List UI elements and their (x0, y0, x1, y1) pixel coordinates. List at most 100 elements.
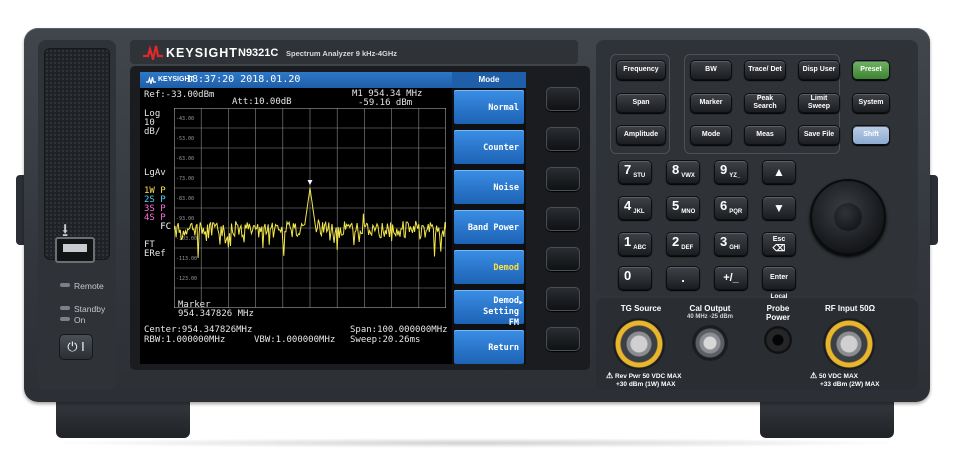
tg-warning: ⚠ Rev Pwr 50 VDC MAX +30 dBm (1W) MAX (606, 371, 682, 389)
down-arrow-key[interactable]: ▼ (762, 196, 796, 220)
shift-key[interactable]: Shift (852, 125, 890, 145)
marker-value: 954.347826 MHz (178, 309, 254, 319)
usb-port[interactable] (55, 237, 95, 263)
cal-output-spec: 40 MHz -25 dBm (686, 314, 733, 320)
model-number: N9321C (238, 47, 279, 59)
sweep-time: Sweep:20.26ms (350, 335, 421, 345)
y-tick-label: -73.00 (176, 176, 194, 182)
side-button-7[interactable] (546, 327, 580, 351)
key-decimal[interactable]: . (666, 266, 700, 290)
down-arrow-icon: ▼ (773, 201, 785, 215)
warning-icon: ⚠ (606, 371, 614, 380)
softkey-demod-setting[interactable]: Demod Setting ▶ FM (454, 290, 524, 328)
rf-input-label: RF Input 50Ω (825, 304, 875, 313)
on-led (60, 317, 70, 321)
key-7[interactable]: 7 STU (618, 160, 652, 184)
y-tick-label: -43.00 (176, 116, 194, 122)
softkey-counter[interactable]: Counter (454, 130, 524, 164)
frequency-key[interactable]: Frequency (616, 60, 666, 80)
softkey-demod[interactable]: Demod (454, 250, 524, 284)
screen-logo-icon (146, 76, 156, 84)
tg-source-connector[interactable] (613, 318, 665, 370)
side-button-2[interactable] (546, 127, 580, 151)
remote-led (60, 283, 70, 287)
y-tick-label: -93.00 (176, 216, 194, 222)
backspace-icon: ⌫ (772, 243, 786, 253)
speaker-grille (44, 48, 110, 260)
standby-led (60, 306, 70, 310)
key-9[interactable]: 9 YZ_ (714, 160, 748, 184)
marker-level-readout: -59.16 dBm (358, 98, 413, 108)
key-plus-minus[interactable]: +/_ (714, 266, 748, 290)
left-foot (56, 400, 190, 438)
rf-warning: ⚠ 50 VDC MAX +33 dBm (2W) MAX (810, 371, 880, 389)
probe-power-connector[interactable] (764, 326, 792, 354)
preset-key[interactable]: Preset (852, 60, 890, 80)
span-key[interactable]: Span (616, 93, 666, 113)
softkey-return[interactable]: Return (454, 330, 524, 364)
y-tick-label: -53.00 (176, 136, 194, 142)
standby-label: Standby (74, 304, 106, 314)
softkey-band-power[interactable]: Band Power (454, 210, 524, 244)
side-button-6[interactable] (546, 287, 580, 311)
vbw: VBW:1.000000MHz (254, 335, 336, 345)
key-8[interactable]: 8 VWX (666, 160, 700, 184)
enter-key[interactable]: Enter (762, 266, 796, 290)
save-file-key[interactable]: Save File (798, 125, 840, 145)
scale-line-3: dB/ (144, 127, 161, 137)
cal-output-label: Cal Output (689, 304, 731, 313)
softkey-demod-setting-value: FM (508, 318, 519, 328)
right-foot (760, 400, 894, 438)
marker-key[interactable]: Marker (690, 93, 732, 113)
model-description: Spectrum Analyzer 9 kHz-4GHz (286, 49, 398, 58)
bw-key[interactable]: BW (690, 60, 732, 80)
softkey-demod-setting-label: Demod Setting (483, 296, 519, 317)
y-tick-label: -113.00 (176, 256, 197, 262)
spectrum-graticule: -43.00 -53.00 -63.00 -73.00 -83.00 -93.00 -103… (174, 108, 446, 308)
key-6[interactable]: 6 PQR (714, 196, 748, 220)
softkey-normal[interactable]: Normal (454, 90, 524, 124)
keysight-logo-icon (143, 45, 163, 60)
key-4[interactable]: 4 JKL (618, 196, 652, 220)
tg-source-label: TG Source (620, 304, 662, 313)
span: Span:100.000000MHz (350, 325, 448, 335)
submenu-arrow-icon: ▶ (519, 299, 523, 306)
esc-key[interactable]: Esc ⌫ (762, 232, 796, 256)
side-button-3[interactable] (546, 167, 580, 191)
key-2[interactable]: 2 DEF (666, 232, 700, 256)
disp-user-key[interactable]: Disp User (798, 60, 840, 80)
softkey-menu: Mode Normal Counter Noise Band Power Dem… (452, 72, 526, 364)
power-button[interactable]: ⏻ I (59, 334, 93, 360)
trace-label-6: FC (144, 222, 172, 232)
key-3[interactable]: 3 GHI (714, 232, 748, 256)
floor-shadow (40, 438, 910, 448)
amplitude-key[interactable]: Amplitude (616, 125, 666, 145)
attenuation: Att:10.00dB (232, 97, 292, 107)
y-tick-label: -123.00 (176, 276, 197, 282)
key-5[interactable]: 5 MNO (666, 196, 700, 220)
up-arrow-key[interactable]: ▲ (762, 160, 796, 184)
key-0[interactable]: 0 (618, 266, 652, 290)
menu-title: Mode (452, 72, 526, 88)
cal-output-connector[interactable] (692, 325, 728, 361)
rotary-knob[interactable] (810, 179, 886, 255)
remote-label: Remote (74, 281, 104, 291)
peak-search-key[interactable]: Peak Search (744, 93, 786, 113)
rf-input-connector[interactable] (823, 318, 875, 370)
trace-det-key[interactable]: Trace/ Det (744, 60, 786, 80)
meas-key[interactable]: Meas (744, 125, 786, 145)
brand-name: KEYSIGHT (166, 46, 238, 60)
softkey-noise[interactable]: Noise (454, 170, 524, 204)
side-button-1[interactable] (546, 87, 580, 111)
limit-sweep-key[interactable]: Limit Sweep (798, 93, 840, 113)
side-button-4[interactable] (546, 207, 580, 231)
warning-icon: ⚠ (810, 371, 818, 380)
system-key[interactable]: System (852, 93, 890, 113)
y-tick-label: -63.00 (176, 156, 194, 162)
ref-level: Ref:-33.00dBm (144, 90, 215, 100)
side-button-5[interactable] (546, 247, 580, 271)
trace-label-9: ERef (144, 249, 166, 259)
mode-key[interactable]: Mode (690, 125, 732, 145)
key-1[interactable]: 1 ABC (618, 232, 652, 256)
probe-power-label: Probe Power (765, 304, 790, 322)
